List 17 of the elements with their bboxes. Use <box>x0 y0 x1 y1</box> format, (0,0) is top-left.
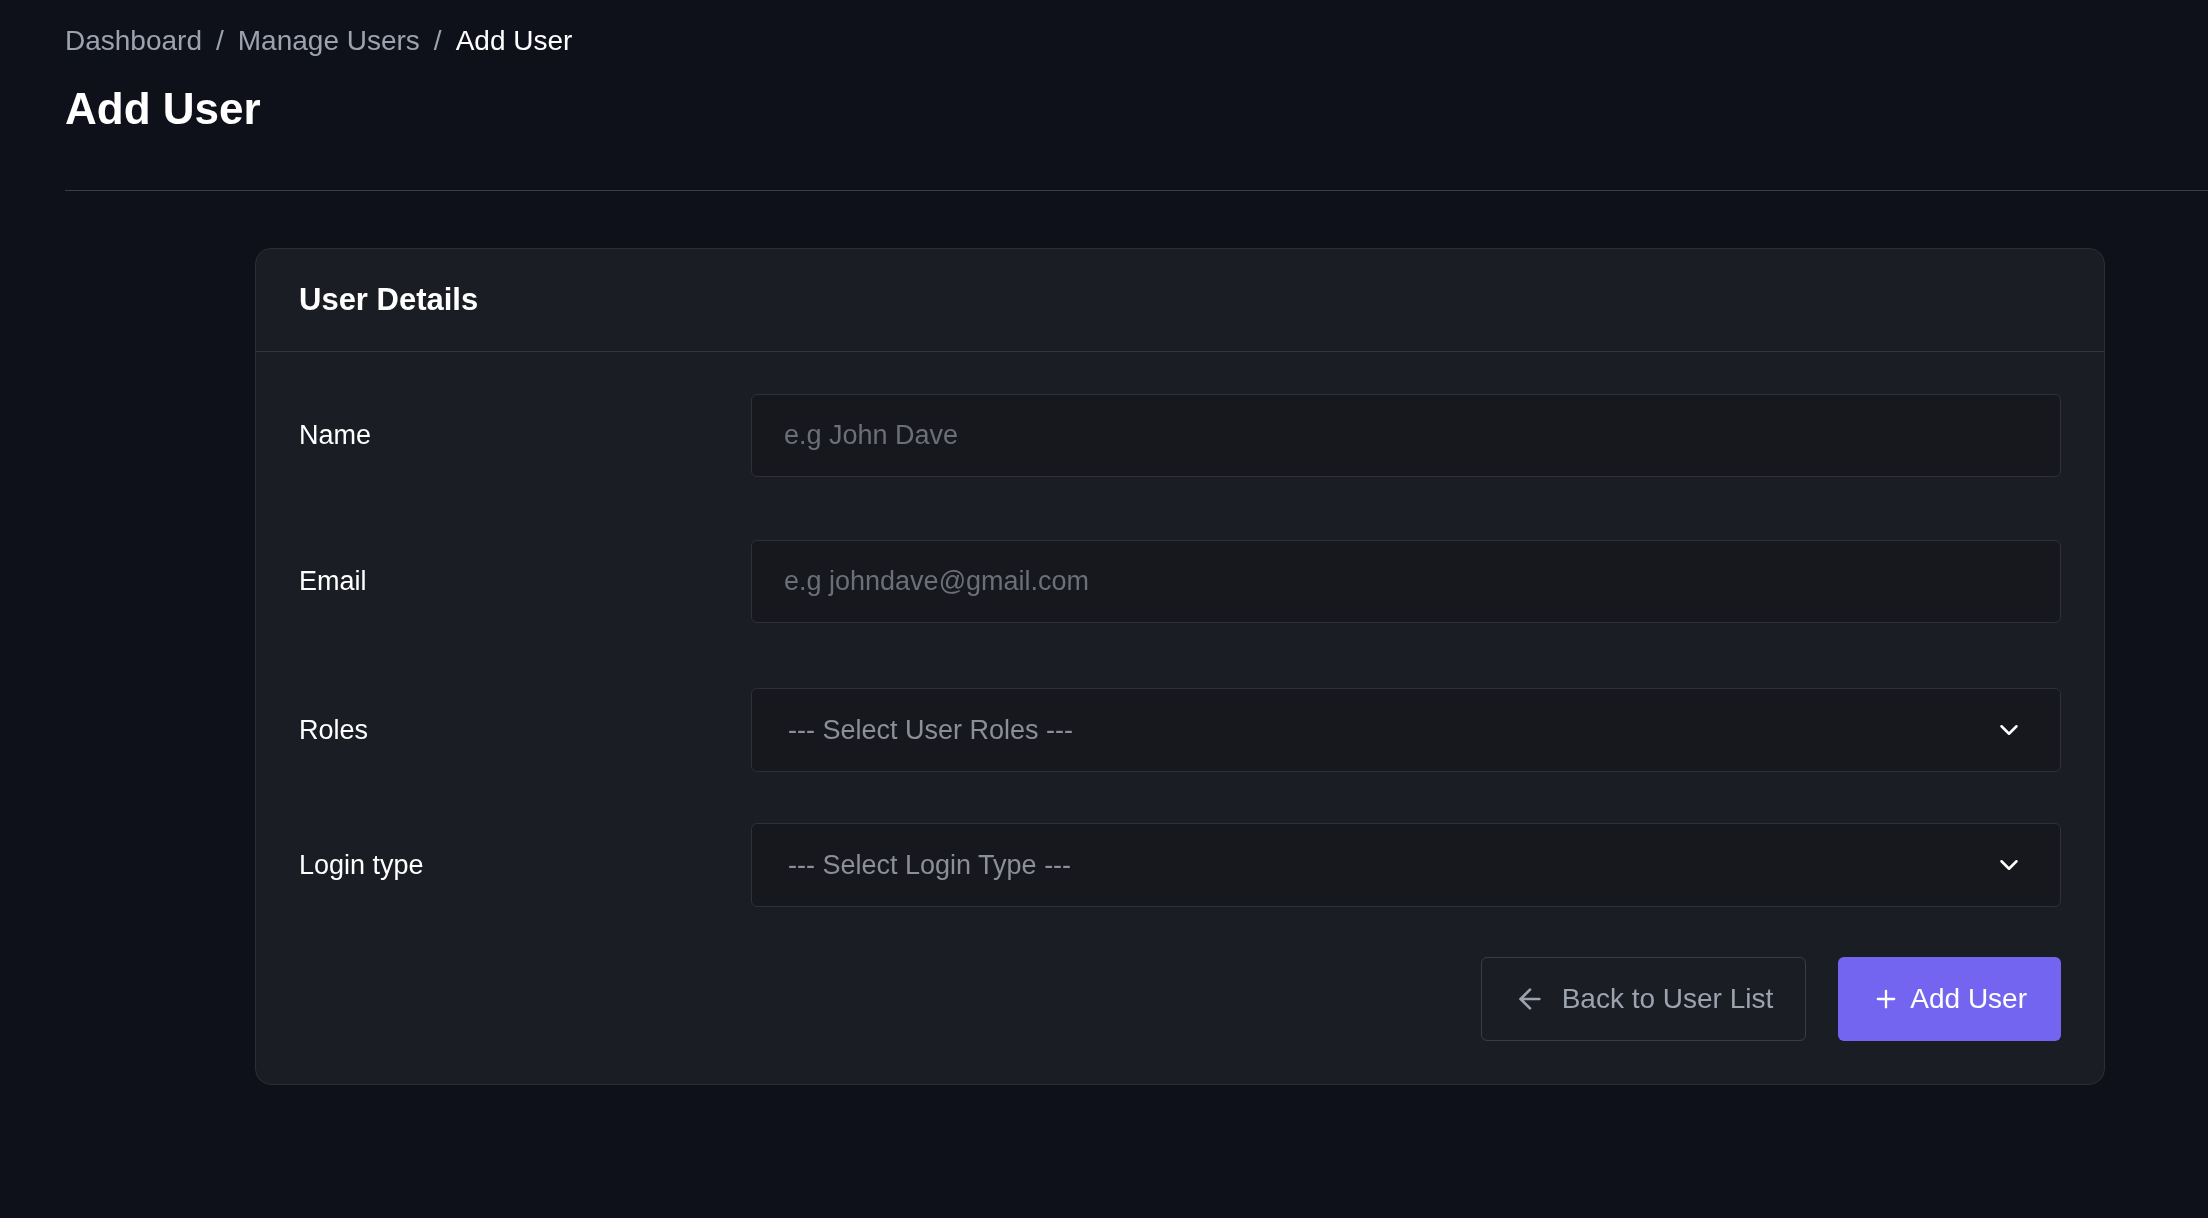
breadcrumb-link[interactable]: Manage Users <box>237 20 420 62</box>
breadcrumb-current: Add User <box>455 24 573 58</box>
text-field[interactable]: e.g johndave@gmail.com <box>751 540 2061 623</box>
field-label: Login type <box>299 848 425 882</box>
field-label: Name <box>299 419 373 453</box>
select-field[interactable]: --- Select User Roles --- <box>751 688 2061 772</box>
select-field[interactable]: --- Select Login Type --- <box>751 823 2061 907</box>
add-user-button[interactable]: Add User <box>1838 957 2061 1041</box>
card-title: User Details <box>299 280 479 319</box>
breadcrumb-link[interactable]: Dashboard <box>65 20 202 62</box>
field-label: Email <box>299 565 368 599</box>
text-field[interactable]: e.g John Dave <box>751 394 2061 477</box>
field-label: Roles <box>299 713 370 747</box>
breadcrumb-separator: / <box>433 24 442 58</box>
page-title: Add User <box>65 83 262 135</box>
breadcrumb-separator: / <box>216 24 224 58</box>
back-button[interactable]: Back to User List <box>1480 957 1807 1041</box>
